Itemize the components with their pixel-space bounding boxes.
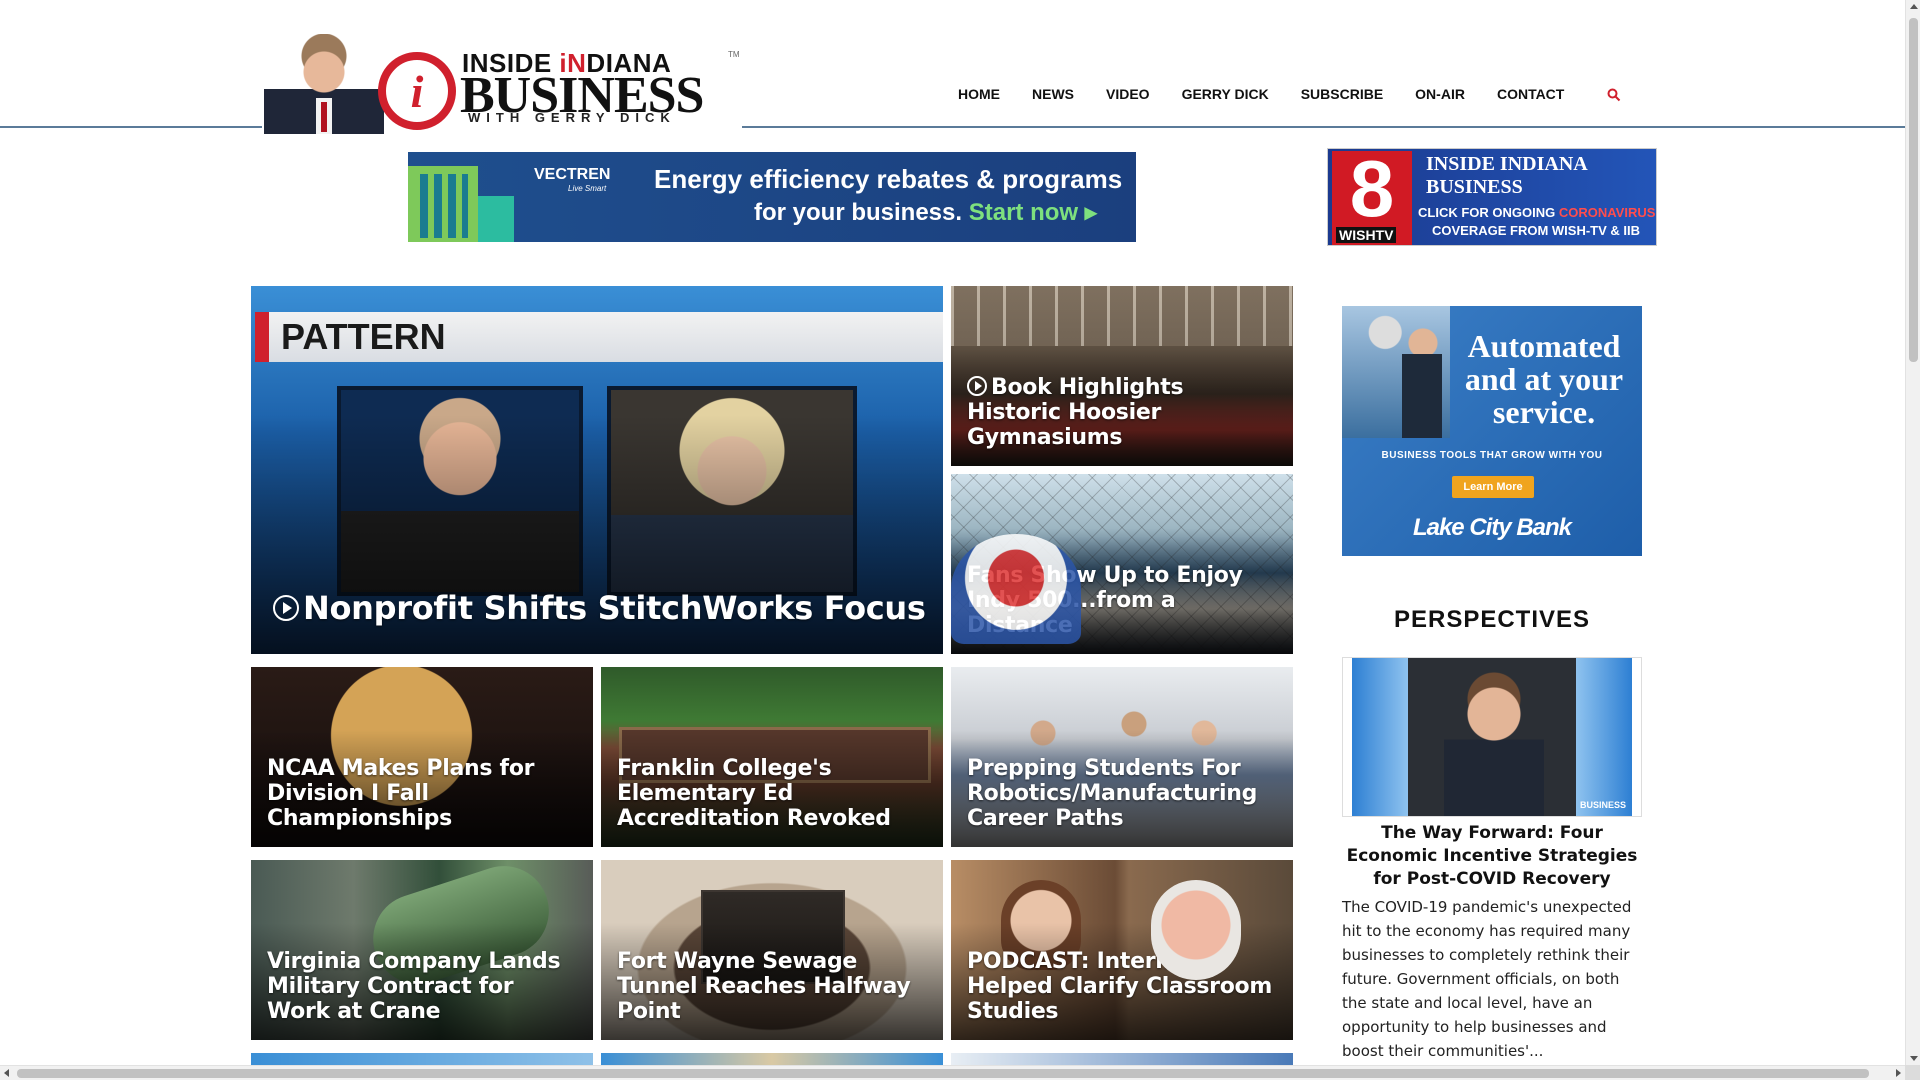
vectren-line1: Energy efficiency rebates & programs	[654, 164, 1123, 194]
scrollbar-corner	[1905, 1065, 1920, 1080]
wish-ad-line1: CLICK FOR ONGOING CORONAVIRUS	[1418, 205, 1656, 220]
wish-8-logo: 8 WISHTV	[1332, 149, 1412, 245]
author-photo	[1444, 672, 1544, 816]
logo-line3: WITH GERRY DICK	[468, 110, 676, 125]
scrollbar-thumb[interactable]	[17, 1069, 1869, 1078]
wishtv-ad-banner[interactable]: 8 WISHTV INSIDE INDIANA BUSINESS CLICK FO…	[1327, 148, 1657, 246]
story-tile-ncaa[interactable]: NCAA Makes Plans for Division I Fall Cha…	[251, 667, 593, 847]
story-title: Prepping Students For Robotics/Manufactu…	[967, 756, 1258, 831]
story-tile-indy500[interactable]: Fans Show Up to Enjoy Indy 500...from a …	[951, 474, 1293, 654]
story-title: Fort Wayne Sewage Tunnel Reaches Halfway…	[617, 949, 911, 1024]
gerry-dick-portrait	[264, 34, 384, 134]
site-logo[interactable]: i INSIDE iNDIANA BUSINESS WITH GERRY DIC…	[262, 32, 742, 136]
story-tile-franklin-college[interactable]: Franklin College's Elementary Ed Accredi…	[601, 667, 943, 847]
nav-on-air[interactable]: ON-AIR	[1415, 86, 1465, 102]
story-title: Book Highlights Historic Hoosier Gymnasi…	[967, 375, 1184, 450]
search-icon[interactable]	[1607, 88, 1621, 102]
story-tile-sewage-tunnel[interactable]: Fort Wayne Sewage Tunnel Reaches Halfway…	[601, 860, 943, 1040]
wish-ad-line2: COVERAGE FROM WISH-TV & IIB	[1432, 223, 1640, 238]
perspectives-excerpt: The COVID-19 pandemic's unexpected hit t…	[1342, 898, 1632, 1060]
main-nav: HOME NEWS VIDEO GERRY DICK SUBSCRIBE ON-…	[958, 86, 1621, 102]
perspectives-heading: PERSPECTIVES	[1393, 606, 1591, 633]
story-tile-virginia-company[interactable]: Virginia Company Lands Military Contract…	[251, 860, 593, 1040]
story-tile-podcast[interactable]: PODCAST: Internship Helped Clarify Class…	[951, 860, 1293, 1040]
scroll-left-icon[interactable]	[4, 1069, 9, 1077]
learn-more-button[interactable]: Learn More	[1452, 476, 1534, 498]
story-title: PODCAST: Internship Helped Clarify Class…	[967, 949, 1272, 1024]
iib-badge: BUSINESS	[1579, 800, 1626, 810]
building-graphic-2	[478, 196, 514, 242]
logo-mark: i	[378, 52, 456, 130]
lake-city-bank-ad[interactable]: Automated and at your service. BUSINESS …	[1342, 306, 1642, 556]
trademark: TM	[728, 50, 740, 59]
vertical-scrollbar[interactable]	[1905, 0, 1920, 1065]
scroll-down-icon[interactable]	[1910, 1056, 1918, 1061]
lcb-logo: Lake City Bank	[1412, 514, 1572, 541]
nav-news[interactable]: NEWS	[1032, 86, 1074, 102]
play-icon	[273, 595, 299, 621]
scrollbar-thumb[interactable]	[1909, 18, 1918, 362]
hero-story-title: Nonprofit Shifts StitchWorks Focus	[273, 590, 929, 626]
story-title: Virginia Company Lands Military Contract…	[267, 949, 561, 1024]
nav-video[interactable]: VIDEO	[1106, 86, 1150, 102]
lcb-headline: Automated and at your service.	[1464, 328, 1624, 430]
scroll-up-icon[interactable]	[1910, 4, 1918, 9]
building-graphic	[408, 166, 478, 242]
play-icon	[967, 376, 987, 396]
story-tile-robotics[interactable]: Prepping Students For Robotics/Manufactu…	[951, 667, 1293, 847]
vectren-ad-banner[interactable]: VECTREN Live Smart Energy efficiency reba…	[408, 152, 1136, 242]
lcb-subline: BUSINESS TOOLS THAT GROW WITH YOU	[1381, 450, 1603, 461]
nav-home[interactable]: HOME	[958, 86, 1000, 102]
story-title: Fans Show Up to Enjoy Indy 500...from a …	[967, 563, 1243, 638]
horizontal-scrollbar[interactable]	[0, 1065, 1905, 1080]
hero-story-tile[interactable]: PATTERN Nonprofit Shifts StitchWorks Foc…	[251, 286, 943, 654]
nav-subscribe[interactable]: SUBSCRIBE	[1301, 86, 1383, 102]
perspectives-headline[interactable]: The Way Forward: Four Economic Incentive…	[1342, 822, 1642, 891]
ad-photo	[1342, 306, 1450, 438]
wish-ad-title: INSIDE INDIANA BUSINESS	[1426, 153, 1587, 198]
story-tile-gymnasiums[interactable]: Book Highlights Historic Hoosier Gymnasi…	[951, 286, 1293, 466]
story-title: NCAA Makes Plans for Division I Fall Cha…	[267, 756, 535, 831]
nav-gerry-dick[interactable]: GERRY DICK	[1182, 86, 1269, 102]
vectren-line2: for your business. Start now ▸	[754, 199, 1097, 226]
story-title: Franklin College's Elementary Ed Accredi…	[617, 756, 891, 831]
scroll-right-icon[interactable]	[1896, 1069, 1901, 1077]
nav-contact[interactable]: CONTACT	[1497, 86, 1564, 102]
pattern-banner: PATTERN	[255, 312, 943, 362]
vectren-brand: VECTREN Live Smart	[534, 166, 611, 193]
perspectives-image[interactable]: BUSINESS	[1342, 657, 1642, 817]
